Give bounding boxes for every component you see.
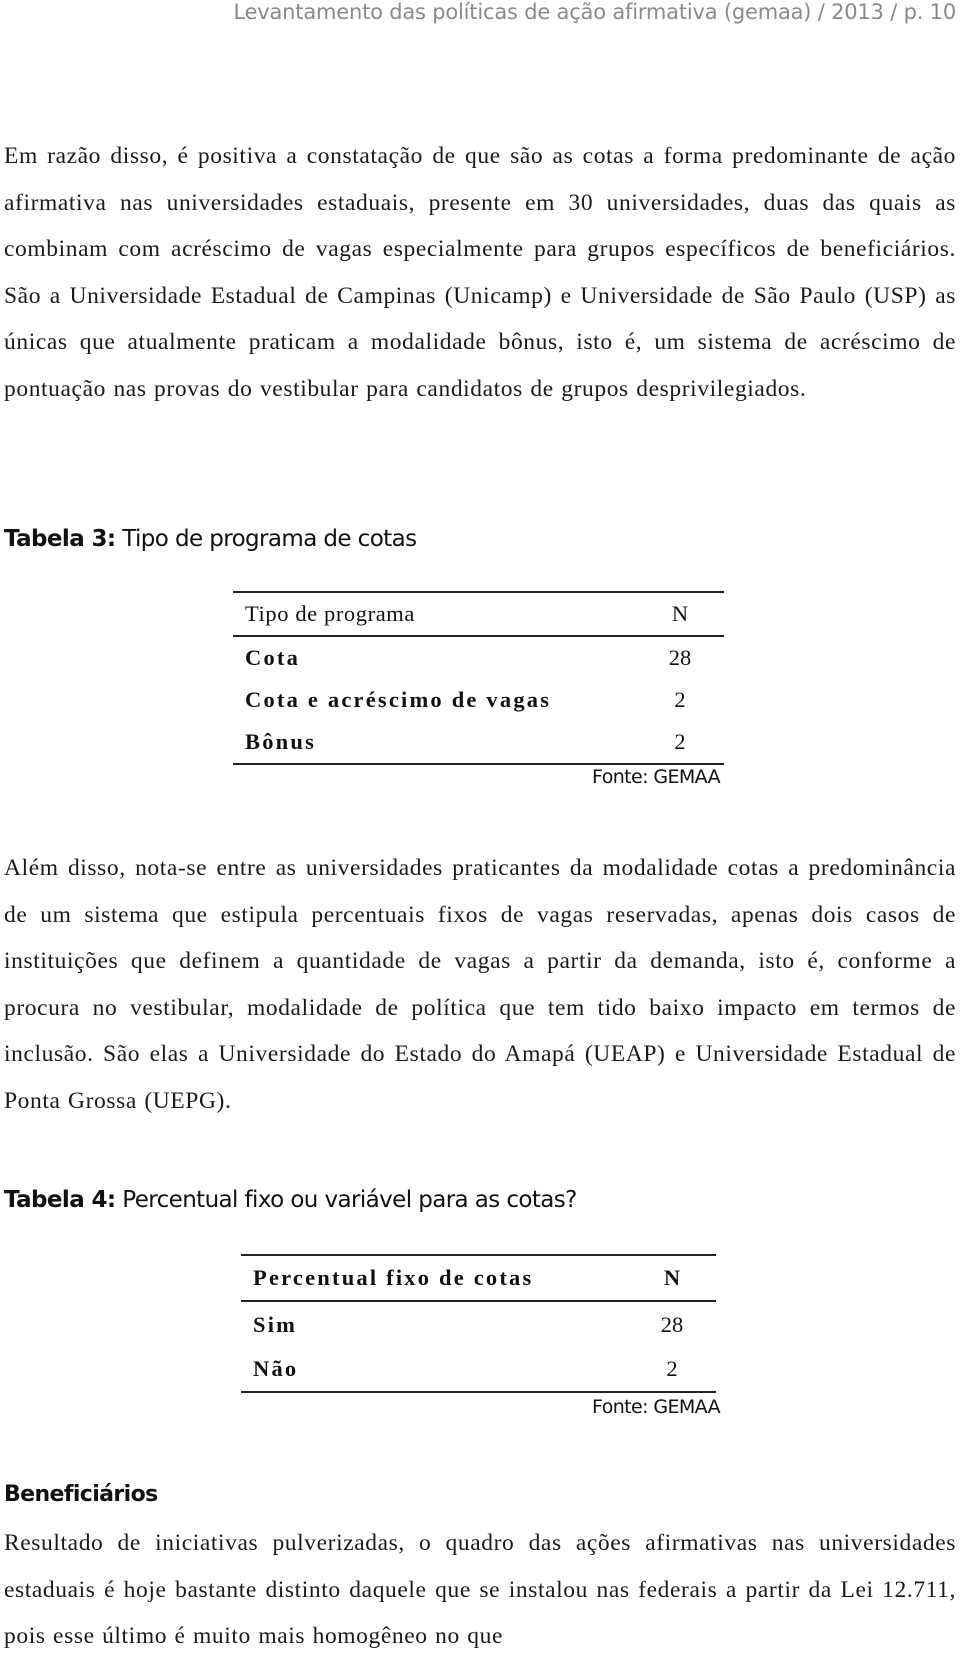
table-3-header-type: Tipo de programa [245,601,416,626]
table-3: Tipo de programa N Cota 28 Cota e acrésc… [233,591,724,765]
table-4-header-row: Percentual fixo de cotas N [241,1255,716,1301]
table-3-row-label: Bônus [245,729,317,754]
table-4-source: Fonte: GEMAA [592,1396,721,1418]
table-4-header-label: Percentual fixo de cotas [253,1265,534,1290]
table-4-header-n: N [663,1265,681,1290]
table-4-row-label: Não [253,1356,299,1381]
table-row: Cota e acréscimo de vagas 2 [233,679,724,721]
table-4-caption-label: Tabela 4: [4,1187,116,1213]
table-4-caption: Tabela 4: Percentual fixo ou variável pa… [4,1187,577,1213]
table-3-row-n: 2 [674,729,686,754]
table-3-row-label: Cota [245,645,301,670]
paragraph-3: Resultado de iniciativas pulverizadas, o… [4,1530,956,1649]
table-3-row-n: 2 [674,687,686,712]
table-3-row-n: 28 [668,645,692,670]
table-row: Sim 28 [241,1301,716,1347]
table-4: Percentual fixo de cotas N Sim 28 Não 2 [241,1254,716,1393]
table-row: Cota 28 [233,636,724,679]
paragraph-2: Além disso, nota-se entre as universidad… [4,855,956,1114]
table-4-row-n: 2 [666,1356,678,1381]
table-row: Não 2 [241,1347,716,1392]
table-3-row-label: Cota e acréscimo de vagas [245,687,552,712]
section-heading-beneficiarios: Beneficiários [4,1482,158,1507]
table-3-header-row: Tipo de programa N [233,592,724,636]
table-3-caption-label: Tabela 3: [4,526,116,552]
table-row: Bônus 2 [233,721,724,764]
table-3-header-n: N [671,601,689,626]
table-4-caption-text: Percentual fixo ou variável para as cota… [115,1187,577,1213]
table-4-row-label: Sim [253,1311,298,1337]
paragraph-1: Em razão disso, é positiva a constatação… [4,143,956,402]
running-head: Levantamento das políticas de ação afirm… [233,0,956,24]
table-3-caption-text: Tipo de programa de cotas [115,526,417,552]
table-3-caption: Tabela 3: Tipo de programa de cotas [4,526,417,552]
table-3-source: Fonte: GEMAA [592,766,721,788]
table-4-row-n: 28 [660,1311,684,1337]
